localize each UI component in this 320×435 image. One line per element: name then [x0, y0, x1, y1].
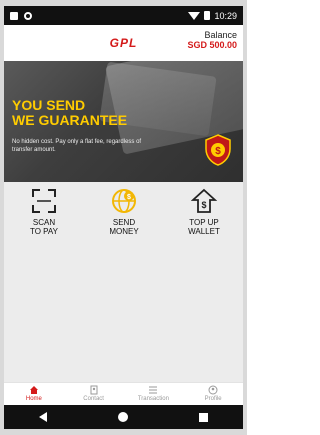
scan-icon: [32, 189, 56, 213]
scan-to-pay-button[interactable]: SCAN TO PAY: [14, 188, 74, 236]
app-header: GPL Balance SGD 500.00: [4, 25, 243, 61]
send-label-line2: MONEY: [109, 227, 139, 237]
nav-transaction[interactable]: Transaction: [124, 383, 184, 406]
svg-text:$: $: [215, 146, 221, 157]
sync-icon: [24, 11, 32, 20]
scan-label-line1: SCAN: [32, 218, 56, 227]
phone-screen: 10:29 GPL Balance SGD 500.00 YOU SEND WE…: [4, 6, 243, 429]
globe-dollar-icon: $: [112, 189, 136, 213]
profile-icon: [208, 385, 218, 395]
top-up-wallet-button[interactable]: $ TOP UP WALLET: [174, 188, 234, 236]
home-icon: [29, 386, 38, 394]
nav-profile-label: Profile: [204, 396, 222, 402]
banner-title-line2: WE GUARANTEE: [12, 112, 128, 129]
promo-banner[interactable]: YOU SEND WE GUARANTEE No hidden cost. Pa…: [4, 61, 243, 182]
nav-transaction-label: Transaction: [137, 396, 169, 402]
svg-text:$: $: [127, 194, 131, 201]
nav-profile[interactable]: Profile: [183, 383, 243, 406]
status-left-icons: [10, 11, 32, 20]
top-up-icon: $: [191, 188, 217, 213]
nav-home-label: Home: [25, 396, 42, 402]
banner-title-line1: YOU SEND: [12, 97, 86, 113]
status-right-icons: 10:29: [188, 11, 237, 21]
send-money-button[interactable]: $ SEND MONEY: [94, 188, 154, 236]
topup-label-line2: WALLET: [188, 227, 220, 237]
banner-subtitle: No hidden cost. Pay only a flat fee, reg…: [12, 139, 142, 153]
nav-contact-label: Contact: [83, 396, 104, 402]
device-frame: 10:29 GPL Balance SGD 500.00 YOU SEND WE…: [0, 0, 247, 435]
scan-label-line2: TO PAY: [29, 227, 58, 237]
brand-logo: GPL: [109, 36, 138, 50]
svg-text:$: $: [201, 200, 206, 210]
system-navigation-bar: [4, 405, 243, 429]
nav-contact[interactable]: Contact: [64, 383, 124, 406]
contact-icon: [90, 385, 98, 395]
system-home-icon[interactable]: [117, 412, 128, 422]
notification-icon: [10, 11, 18, 20]
recent-apps-icon[interactable]: [198, 412, 208, 422]
balance-display[interactable]: Balance SGD 500.00: [187, 30, 237, 51]
shield-dollar-icon: $: [205, 134, 231, 166]
nav-home[interactable]: Home: [4, 383, 64, 406]
quick-actions: SCAN TO PAY $ SEND MONEY $ TOP UP WALLET: [4, 182, 243, 382]
balance-value: SGD 500.00: [187, 39, 237, 50]
battery-icon: [204, 11, 211, 20]
topup-label-line1: TOP UP: [189, 218, 219, 227]
status-time: 10:29: [214, 10, 237, 21]
bottom-navigation: Home Contact Transaction Profile: [4, 382, 243, 406]
send-label-line1: SEND: [112, 218, 136, 227]
status-bar: 10:29: [4, 6, 243, 25]
back-icon[interactable]: [39, 412, 48, 422]
wifi-icon: [188, 11, 201, 20]
banner-title: YOU SEND WE GUARANTEE: [12, 97, 128, 129]
list-icon: [149, 386, 158, 394]
